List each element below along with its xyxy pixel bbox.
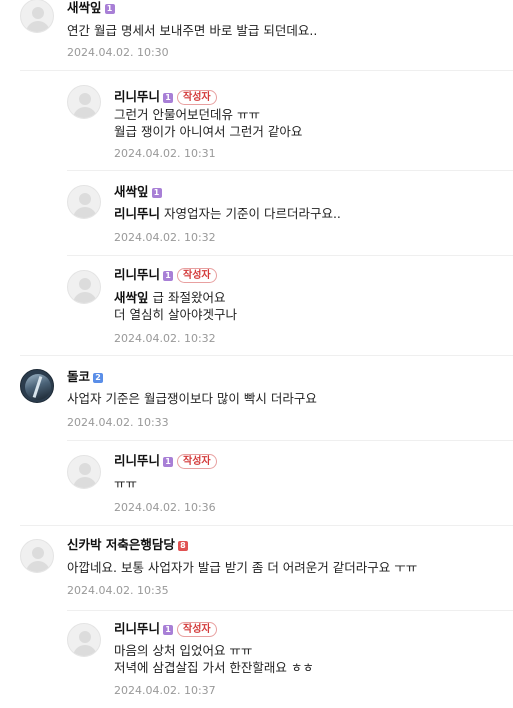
author-name[interactable]: 신카박 저축은행담당 [67, 537, 175, 552]
level-icon: 1 [163, 457, 174, 467]
author-name[interactable]: 리니뚜니 [114, 621, 160, 636]
comment-item: 새싹잎 1 연간 월급 명세서 보내주면 바로 발급 되던데요.. 2024.04… [0, 0, 513, 70]
comment-text: 저녁에 삼겹살집 가서 한잔할래요 ㅎㅎ [114, 660, 314, 675]
comment-author[interactable]: 리니뚜니 1 작성자 [114, 621, 217, 637]
author-name[interactable]: 새싹잎 [114, 184, 149, 199]
comment-text: 월급 쟁이가 아니여서 그런거 같아요 [114, 124, 303, 139]
author-name[interactable]: 돌코 [67, 369, 90, 384]
author-badge: 작성자 [177, 268, 217, 283]
comment-text: 그런거 안물어보던데유 ㅠㅠ [114, 107, 260, 122]
comment-date: 2024.04.02. 10:37 [114, 684, 216, 697]
comment-author[interactable]: 새싹잎 1 [67, 0, 115, 16]
reply-item: 리니뚜니 1 작성자 마음의 상처 입었어요 ㅠㅠ 저녁에 삼겹살집 가서 한잔할래… [0, 610, 513, 708]
comment-body: 급 좌절왔어요 [152, 290, 226, 305]
comment-author[interactable]: 리니뚜니 1 작성자 [114, 267, 217, 283]
level-icon: 1 [104, 4, 115, 14]
comment-text: 아깝네요. 보통 사업자가 발급 받기 좀 더 어려운거 같더라구요 ㅜㅠ [67, 560, 418, 575]
avatar[interactable] [67, 270, 101, 304]
comment-date: 2024.04.02. 10:31 [114, 147, 216, 160]
comment-text: 리니뚜니 자영업자는 기준이 다르더라구요.. [114, 205, 341, 222]
comment-author[interactable]: 신카박 저축은행담당 8 [67, 537, 188, 553]
avatar[interactable] [20, 369, 54, 403]
avatar[interactable] [20, 0, 54, 33]
comment-text: 연간 월급 명세서 보내주면 바로 발급 되던데요.. [67, 23, 318, 38]
author-badge: 작성자 [177, 622, 217, 637]
author-name[interactable]: 새싹잎 [67, 0, 102, 15]
avatar[interactable] [67, 185, 101, 219]
author-name[interactable]: 리니뚜니 [114, 453, 160, 468]
level-icon: 2 [93, 373, 104, 383]
level-icon: 1 [163, 93, 174, 103]
level-icon: 8 [177, 541, 188, 551]
comment-date: 2024.04.02. 10:30 [67, 46, 169, 59]
reply-item: 새싹잎 1 리니뚜니 자영업자는 기준이 다르더라구요.. 2024.04.02.… [0, 170, 513, 255]
comment-text: 더 열심히 살아야겟구나 [114, 307, 237, 322]
mention[interactable]: 새싹잎 [114, 290, 149, 305]
level-icon: 1 [151, 188, 162, 198]
avatar[interactable] [67, 85, 101, 119]
comment-text: 마음의 상처 입었어요 ㅠㅠ [114, 643, 253, 658]
comment-item: 돌코 2 사업자 기준은 월급쟁이보다 많이 빡시 더라구요 2024.04.02… [0, 355, 513, 440]
comment-text: 새싹잎 급 좌절왔어요 [114, 289, 225, 306]
avatar[interactable] [67, 623, 101, 657]
comment-author[interactable]: 리니뚜니 1 작성자 [114, 453, 217, 469]
comment-date: 2024.04.02. 10:32 [114, 332, 216, 345]
level-icon: 1 [163, 625, 174, 635]
reply-item: 리니뚜니 1 작성자 그런거 안물어보던데유 ㅠㅠ 월급 쟁이가 아니여서 그런거 … [0, 70, 513, 170]
comment-date: 2024.04.02. 10:36 [114, 501, 216, 514]
avatar[interactable] [67, 455, 101, 489]
author-badge: 작성자 [177, 90, 217, 105]
level-icon: 1 [163, 271, 174, 281]
comment-text: 사업자 기준은 월급쟁이보다 많이 빡시 더라구요 [67, 391, 317, 406]
comment-author[interactable]: 돌코 2 [67, 369, 104, 385]
mention[interactable]: 리니뚜니 [114, 206, 160, 221]
comment-body: 자영업자는 기준이 다르더라구요.. [164, 206, 341, 221]
author-name[interactable]: 리니뚜니 [114, 267, 160, 282]
comment-item: 신카박 저축은행담당 8 아깝네요. 보통 사업자가 발급 받기 좀 더 어려운거… [0, 525, 513, 610]
author-name[interactable]: 리니뚜니 [114, 89, 160, 104]
comment-thread: 새싹잎 1 연간 월급 명세서 보내주면 바로 발급 되던데요.. 2024.04… [0, 0, 513, 708]
comment-text: ㅠㅠ [114, 476, 138, 491]
comment-author[interactable]: 새싹잎 1 [114, 184, 162, 200]
author-badge: 작성자 [177, 454, 217, 469]
reply-item: 리니뚜니 1 작성자 ㅠㅠ 2024.04.02. 10:36 [0, 440, 513, 525]
comment-date: 2024.04.02. 10:32 [114, 231, 216, 244]
comment-author[interactable]: 리니뚜니 1 작성자 [114, 89, 217, 105]
reply-item: 리니뚜니 1 작성자 새싹잎 급 좌절왔어요 더 열심히 살아야겟구나 2024.0… [0, 255, 513, 355]
comment-date: 2024.04.02. 10:33 [67, 416, 169, 429]
avatar[interactable] [20, 539, 54, 573]
comment-date: 2024.04.02. 10:35 [67, 584, 169, 597]
